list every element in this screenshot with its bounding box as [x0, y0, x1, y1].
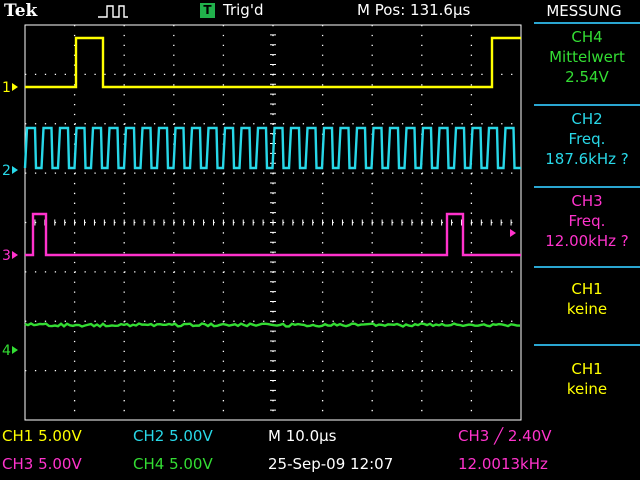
- trigger-pulse-icon: [98, 3, 128, 19]
- channel-marker: 4: [2, 343, 11, 359]
- trigger-status: Trig'd: [223, 1, 263, 19]
- waveform-display: 1 2 3 4: [0, 0, 528, 425]
- horizontal-position: M Pos: 131.6µs: [357, 1, 470, 19]
- waveform-traces: [25, 38, 521, 326]
- measurement-box-3[interactable]: CH3 Freq. 12.00kHz ?: [534, 186, 640, 268]
- top-status-bar: Tek T Trig'd M Pos: 131.6µs: [0, 0, 528, 22]
- measurement-type: keine: [534, 379, 640, 399]
- ch2-scale: CH2 5.00V: [133, 427, 213, 445]
- channel-marker: 1: [2, 80, 11, 96]
- channel-marker-arrow: [12, 83, 18, 91]
- ch4-scale: CH4 5.00V: [133, 455, 213, 473]
- date-time: 25-Sep-09 12:07: [268, 455, 393, 473]
- measurement-value: 12.00kHz ?: [534, 231, 640, 251]
- status-row-1: CH1 5.00V CH2 5.00V M 10.0µs CH3 ╱ 2.40V: [0, 425, 640, 447]
- measurement-type: Mittelwert: [534, 47, 640, 67]
- channel-marker-arrow: [12, 251, 18, 259]
- timebase: M 10.0µs: [268, 427, 336, 445]
- ch3-scale: CH3 5.00V: [2, 455, 82, 473]
- measurement-type: keine: [534, 299, 640, 319]
- ch4-trace: [25, 324, 520, 327]
- channel-marker: 3: [2, 248, 11, 264]
- measurement-type: Freq.: [534, 129, 640, 149]
- measurement-type: Freq.: [534, 211, 640, 231]
- measurement-channel: CH1: [534, 276, 640, 299]
- trigger-status-icon: T: [200, 3, 215, 18]
- channel-marker: 2: [2, 163, 11, 179]
- measurement-box-2[interactable]: CH2 Freq. 187.6kHz ?: [534, 104, 640, 188]
- status-row-2: CH3 5.00V CH4 5.00V 25-Sep-09 12:07 12.0…: [0, 453, 640, 475]
- channel-marker-arrow: [12, 346, 18, 354]
- measurement-value: 187.6kHz ?: [534, 149, 640, 169]
- trigger-setting: CH3 ╱ 2.40V: [458, 427, 552, 445]
- measurement-channel: CH1: [534, 356, 640, 379]
- ch2-trace: [25, 128, 521, 168]
- measurement-box-1[interactable]: CH4 Mittelwert 2.54V: [534, 22, 640, 106]
- measurement-box-4[interactable]: CH1 keine: [534, 266, 640, 344]
- trigger-level-marker: [510, 229, 516, 237]
- measurement-channel: CH2: [534, 106, 640, 129]
- ch1-scale: CH1 5.00V: [2, 427, 82, 445]
- measurement-channel: CH4: [534, 24, 640, 47]
- measurement-value: 2.54V: [534, 67, 640, 87]
- panel-title: MESSUNG: [528, 0, 640, 22]
- measurement-box-5[interactable]: CH1 keine: [534, 344, 640, 425]
- measurement-channel: CH3: [534, 188, 640, 211]
- channel-marker-arrow: [12, 166, 18, 174]
- measurement-panel: MESSUNG CH4 Mittelwert 2.54V CH2 Freq. 1…: [528, 0, 640, 425]
- trigger-frequency: 12.0013kHz: [458, 455, 548, 473]
- brand-logo: Tek: [4, 1, 37, 21]
- channel-markers: 1 2 3 4: [2, 80, 516, 359]
